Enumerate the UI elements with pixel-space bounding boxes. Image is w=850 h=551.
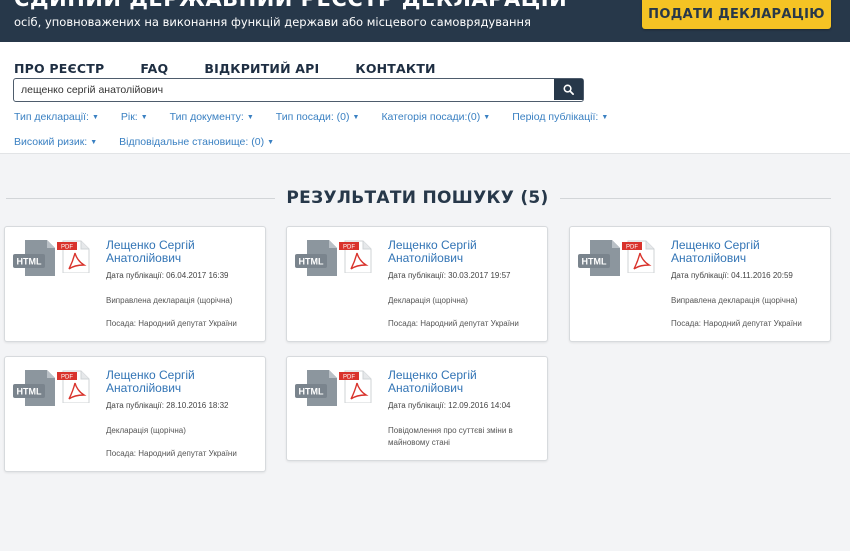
nav-item-faq[interactable]: FAQ — [140, 61, 168, 76]
filter-label: Тип декларації: — [14, 111, 89, 123]
html-file-icon[interactable]: HTML — [13, 240, 55, 276]
html-file-icon[interactable]: HTML — [295, 370, 337, 406]
top-navigation-panel: ПРО РЕЄСТР FAQ ВІДКРИТИЙ API КОНТАКТИ Ти… — [0, 42, 850, 154]
result-card: HTML PDF Лещенко Сергій Анатолійович Дат… — [4, 356, 266, 472]
declarant-name-link[interactable]: Лещенко Сергій Анатолійович — [388, 239, 538, 265]
html-badge: HTML — [582, 257, 607, 267]
divider — [6, 198, 280, 199]
declarant-name-link[interactable]: Лещенко Сергій Анатолійович — [106, 369, 256, 395]
pdf-badge: PDF — [61, 245, 73, 251]
caret-down-icon: ▼ — [246, 114, 254, 121]
pdf-file-icon[interactable]: PDF — [622, 239, 658, 273]
site-subtitle: осіб, уповноважених на виконання функцій… — [14, 15, 531, 29]
filter-declaration-type[interactable]: Тип декларації: ▼ — [14, 111, 99, 123]
nav-item-contacts[interactable]: КОНТАКТИ — [355, 61, 435, 76]
filter-position-type[interactable]: Тип посади: (0) ▼ — [276, 111, 360, 123]
pdf-badge: PDF — [626, 245, 638, 251]
submit-declaration-button[interactable]: ПОДАТИ ДЕКЛАРАЦІЮ — [642, 0, 831, 29]
caret-down-icon: ▼ — [140, 114, 148, 121]
filters-row-1: Тип декларації: ▼ Рік: ▼ Тип документу: ▼ Т… — [14, 111, 630, 123]
search-button[interactable] — [554, 79, 583, 100]
html-badge: HTML — [299, 387, 324, 397]
filter-label: Тип документу: — [169, 111, 244, 123]
main-nav: ПРО РЕЄСТР FAQ ВІДКРИТИЙ API КОНТАКТИ — [14, 61, 472, 76]
publication-date: Дата публікації: 30.03.2017 19:57 — [388, 271, 511, 280]
position: Посада: Народний депутат України — [671, 319, 802, 328]
search-bar — [13, 78, 584, 102]
filter-document-type[interactable]: Тип документу: ▼ — [170, 111, 254, 123]
html-file-icon[interactable]: HTML — [295, 240, 337, 276]
declaration-type: Декларація (щорічна) — [106, 426, 186, 435]
pdf-file-icon[interactable]: PDF — [57, 369, 93, 403]
results-heading: РЕЗУЛЬТАТИ ПОШУКУ (5) — [275, 188, 560, 208]
nav-item-open-api[interactable]: ВІДКРИТИЙ API — [204, 61, 319, 76]
filter-year[interactable]: Рік: ▼ — [121, 111, 148, 123]
caret-down-icon: ▼ — [91, 114, 99, 121]
declaration-type: Виправлена декларація (щорічна) — [106, 296, 233, 305]
declarant-name-link[interactable]: Лещенко Сергій Анатолійович — [106, 239, 256, 265]
result-card: HTML PDF Лещенко Сергій Анатолійович Дат… — [286, 226, 548, 342]
position: Посада: Народний депутат України — [106, 319, 237, 328]
result-card: HTML PDF Лещенко Сергій Анатолійович Дат… — [286, 356, 548, 461]
search-input[interactable] — [14, 79, 554, 100]
html-badge: HTML — [299, 257, 324, 267]
html-file-icon[interactable]: HTML — [13, 370, 55, 406]
position: Посада: Народний депутат України — [106, 449, 237, 458]
filter-high-risk[interactable]: Високий ризик: ▼ — [14, 136, 97, 148]
result-card: HTML PDF Лещенко Сергій Анатолійович Дат… — [569, 226, 831, 342]
filter-label: Тип посади: (0) — [275, 111, 350, 123]
caret-down-icon: ▼ — [352, 114, 360, 121]
publication-date: Дата публікації: 04.11.2016 20:59 — [671, 271, 793, 280]
nav-item-about[interactable]: ПРО РЕЄСТР — [14, 61, 104, 76]
html-badge: HTML — [17, 387, 42, 397]
pdf-badge: PDF — [343, 375, 355, 381]
publication-date: Дата публікації: 06.04.2017 16:39 — [106, 271, 229, 280]
declaration-type: Виправлена декларація (щорічна) — [671, 296, 798, 305]
result-card: HTML PDF Лещенко Сергій Анатолійович Дат… — [4, 226, 266, 342]
html-badge: HTML — [17, 257, 42, 267]
pdf-badge: PDF — [343, 245, 355, 251]
caret-down-icon: ▼ — [483, 114, 491, 121]
pdf-file-icon[interactable]: PDF — [57, 239, 93, 273]
caret-down-icon: ▼ — [267, 139, 275, 146]
site-header: ЄДИНИЙ ДЕРЖАВНИЙ РЕЄСТР ДЕКЛАРАЦІЙ осіб,… — [0, 0, 850, 42]
filter-publication-period[interactable]: Період публікації: ▼ — [512, 111, 608, 123]
publication-date: Дата публікації: 28.10.2016 18:32 — [106, 401, 229, 410]
publication-date: Дата публікації: 12.09.2016 14:04 — [388, 401, 511, 410]
filter-position-category[interactable]: Категорія посади:(0) ▼ — [381, 111, 490, 123]
caret-down-icon: ▼ — [601, 114, 609, 121]
pdf-badge: PDF — [61, 375, 73, 381]
pdf-file-icon[interactable]: PDF — [339, 239, 375, 273]
caret-down-icon: ▼ — [90, 139, 98, 146]
position: Посада: Народний депутат України — [388, 319, 519, 328]
declarant-name-link[interactable]: Лещенко Сергій Анатолійович — [388, 369, 538, 395]
site-title: ЄДИНИЙ ДЕРЖАВНИЙ РЕЄСТР ДЕКЛАРАЦІЙ — [14, 0, 567, 11]
search-icon — [563, 84, 574, 95]
filters-row-2: Високий ризик: ▼ Відповідальне становище:… — [14, 136, 296, 148]
declarant-name-link[interactable]: Лещенко Сергій Анатолійович — [671, 239, 821, 265]
filter-responsible-position[interactable]: Відповідальне становище: (0) ▼ — [119, 136, 274, 148]
html-file-icon[interactable]: HTML — [578, 240, 620, 276]
divider — [555, 198, 831, 199]
pdf-file-icon[interactable]: PDF — [339, 369, 375, 403]
filter-label: Рік: — [120, 111, 138, 123]
filter-label: Відповідальне становище: (0) — [119, 136, 265, 148]
filter-label: Період публікації: — [512, 111, 599, 123]
filter-label: Категорія посади:(0) — [381, 111, 481, 123]
declaration-type: Повідомлення про суттєві зміни в майново… — [388, 426, 513, 447]
declaration-type: Декларація (щорічна) — [388, 296, 468, 305]
filter-label: Високий ризик: — [14, 136, 88, 148]
